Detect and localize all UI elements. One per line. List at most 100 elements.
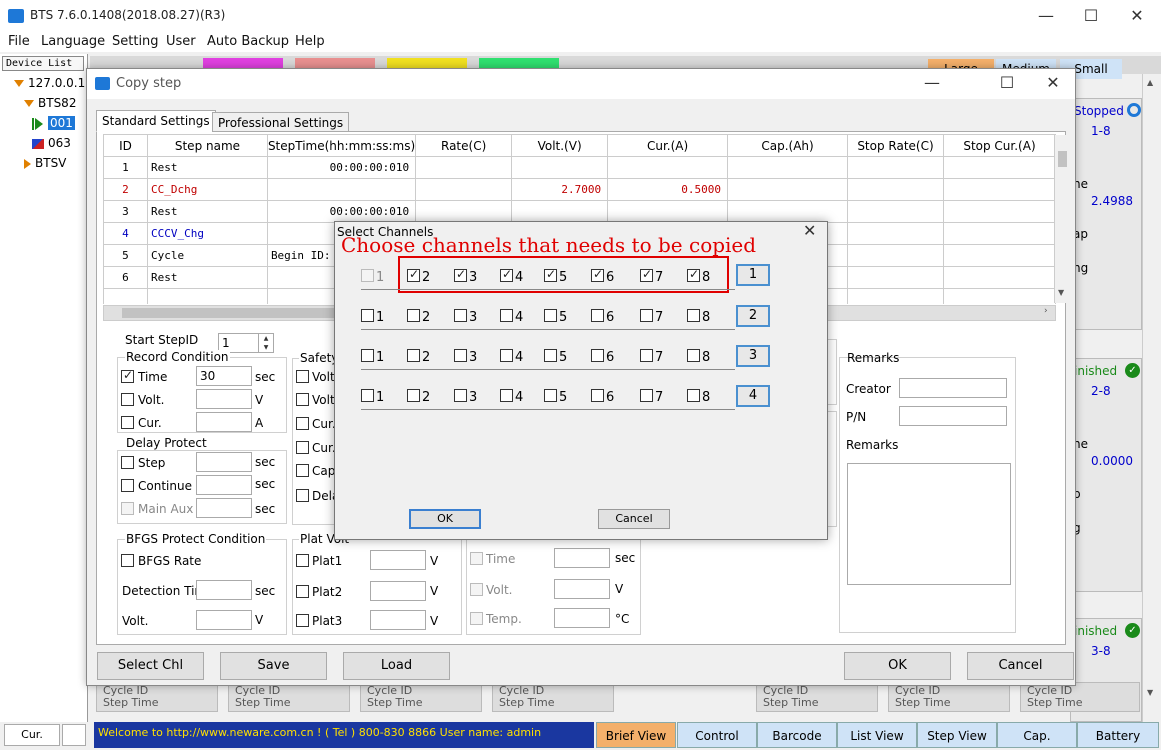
- table-vertical-scrollbar[interactable]: ▼: [1054, 135, 1070, 303]
- safety-checkbox[interactable]: [296, 464, 309, 480]
- channel-checkbox-2[interactable]: 2: [407, 349, 430, 365]
- record-time-checkbox[interactable]: [121, 368, 134, 386]
- scroll-down-icon[interactable]: ▼: [1058, 288, 1064, 297]
- channel-checkbox-4[interactable]: 4: [500, 309, 523, 325]
- delay-step-checkbox[interactable]: [121, 456, 134, 472]
- select-channels-ok-button[interactable]: OK: [409, 509, 481, 529]
- plat1-input[interactable]: [370, 550, 426, 570]
- plat3-input[interactable]: [370, 610, 426, 630]
- channel-checkbox-4[interactable]: 4: [500, 349, 523, 365]
- channel-checkbox-6[interactable]: 6: [591, 349, 614, 365]
- scroll-down-icon[interactable]: ▼: [1147, 688, 1153, 697]
- safety-checkbox[interactable]: [296, 417, 309, 433]
- column-header[interactable]: ID: [103, 134, 148, 157]
- group-select-button-4[interactable]: 4: [736, 385, 770, 407]
- channel-checkbox-6[interactable]: 6: [591, 267, 614, 285]
- bfgs-volt-input[interactable]: [196, 610, 252, 630]
- channel-checkbox-6[interactable]: 6: [591, 309, 614, 325]
- tab-professional-settings[interactable]: Professional Settings: [212, 112, 350, 132]
- tree-node-063[interactable]: 063: [32, 134, 71, 152]
- channel-checkbox-8[interactable]: 8: [687, 389, 710, 405]
- minimize-button[interactable]: —: [1031, 4, 1061, 28]
- tab-standard-settings[interactable]: Standard Settings: [96, 110, 216, 132]
- remarks-textarea[interactable]: [847, 463, 1011, 585]
- scroll-up-icon[interactable]: ▲: [1147, 78, 1153, 87]
- tab-barcode[interactable]: Barcode: [757, 722, 837, 748]
- detection-time-input[interactable]: [196, 580, 252, 600]
- channel-checkbox-4[interactable]: 4: [500, 389, 523, 405]
- channel-checkbox-5[interactable]: 5: [544, 389, 567, 405]
- safety-checkbox[interactable]: [296, 393, 309, 409]
- channel-checkbox-3[interactable]: 3: [454, 267, 477, 285]
- channel-checkbox-4[interactable]: 4: [500, 267, 523, 285]
- channel-panel[interactable]: inished ✓ 2-8 ne 0.0000 p g: [1070, 358, 1142, 592]
- channel-checkbox-1[interactable]: 1: [361, 349, 384, 365]
- column-header[interactable]: Rate(C): [415, 134, 513, 157]
- save-button[interactable]: Save: [220, 652, 327, 680]
- channel-checkbox-8[interactable]: 8: [687, 349, 710, 365]
- channel-panel[interactable]: Stopped 1-8 ne 2.4988 ap ng: [1070, 98, 1142, 330]
- group-select-button-3[interactable]: 3: [736, 345, 770, 367]
- tab-step-view[interactable]: Step View: [917, 722, 997, 748]
- close-icon[interactable]: ✕: [803, 221, 816, 240]
- channel-checkbox-8[interactable]: 8: [687, 309, 710, 325]
- table-row[interactable]: 3 Rest 00:00:00:010: [103, 200, 1056, 223]
- column-header[interactable]: Volt.(V): [511, 134, 609, 157]
- channel-checkbox-3[interactable]: 3: [454, 349, 477, 365]
- channel-checkbox-1[interactable]: 1: [361, 309, 384, 325]
- group-select-button-1[interactable]: 1: [736, 264, 770, 286]
- menu-file[interactable]: File: [8, 34, 30, 49]
- pn-input[interactable]: [899, 406, 1007, 426]
- tree-node-001[interactable]: 001: [32, 114, 75, 132]
- menu-help[interactable]: Help: [295, 34, 325, 49]
- channel-checkbox-2[interactable]: 2: [407, 267, 430, 285]
- menu-language[interactable]: Language: [41, 34, 105, 49]
- ok-button[interactable]: OK: [844, 652, 951, 680]
- cur-tab[interactable]: Cur.: [4, 724, 60, 746]
- table-row[interactable]: 2 CC_Dchg 2.7000 0.5000: [103, 178, 1056, 201]
- record-cur-input[interactable]: [196, 412, 252, 432]
- select-chl-button[interactable]: Select Chl: [97, 652, 204, 680]
- menu-setting[interactable]: Setting: [112, 34, 159, 49]
- channel-checkbox-7[interactable]: 7: [640, 309, 663, 325]
- column-header[interactable]: Step name: [146, 134, 268, 157]
- delay-continue-checkbox[interactable]: [121, 479, 134, 495]
- tab-control[interactable]: Control: [677, 722, 757, 748]
- safety-checkbox[interactable]: [296, 441, 309, 457]
- menu-auto-backup[interactable]: Auto Backup: [207, 34, 289, 49]
- record-time-input[interactable]: 30: [196, 366, 252, 386]
- close-button[interactable]: ✕: [1122, 4, 1152, 28]
- bfgs-rate-checkbox[interactable]: [121, 554, 134, 570]
- channel-checkbox-3[interactable]: 3: [454, 309, 477, 325]
- maximize-button[interactable]: ☐: [1076, 4, 1106, 28]
- channel-checkbox-5[interactable]: 5: [544, 267, 567, 285]
- column-header[interactable]: Stop Cur.(A): [942, 134, 1056, 157]
- channel-checkbox-1[interactable]: 1: [361, 389, 384, 405]
- device-tab-icon[interactable]: [62, 724, 86, 746]
- channel-checkbox-7[interactable]: 7: [640, 389, 663, 405]
- channel-checkbox-7[interactable]: 7: [640, 267, 663, 285]
- tree-node-btsv[interactable]: BTSV: [24, 154, 66, 172]
- column-header[interactable]: Cap.(Ah): [727, 134, 848, 157]
- tree-node-bts82[interactable]: BTS82: [24, 94, 76, 112]
- tab-list-view[interactable]: List View: [837, 722, 917, 748]
- main-vertical-scrollbar[interactable]: ▲ ▼: [1142, 74, 1160, 722]
- channel-checkbox-2[interactable]: 2: [407, 389, 430, 405]
- channel-checkbox-8[interactable]: 8: [687, 267, 710, 285]
- plat1-checkbox[interactable]: [296, 554, 309, 570]
- safety-checkbox[interactable]: [296, 489, 309, 505]
- safety-checkbox[interactable]: [296, 370, 309, 386]
- tab-battery-match[interactable]: Battery Match: [1077, 722, 1159, 748]
- group-select-button-2[interactable]: 2: [736, 305, 770, 327]
- column-header[interactable]: Cur.(A): [607, 134, 729, 157]
- record-cur-checkbox[interactable]: [121, 416, 134, 432]
- load-button[interactable]: Load: [343, 652, 450, 680]
- select-channels-cancel-button[interactable]: Cancel: [598, 509, 670, 529]
- channel-checkbox-7[interactable]: 7: [640, 349, 663, 365]
- record-volt-checkbox[interactable]: [121, 393, 134, 409]
- creator-input[interactable]: [899, 378, 1007, 398]
- channel-checkbox-2[interactable]: 2: [407, 309, 430, 325]
- column-header[interactable]: StepTime(hh:mm:ss:ms): [266, 134, 417, 157]
- column-header[interactable]: Stop Rate(C): [847, 134, 944, 157]
- dialog-maximize-button[interactable]: ☐: [992, 71, 1022, 95]
